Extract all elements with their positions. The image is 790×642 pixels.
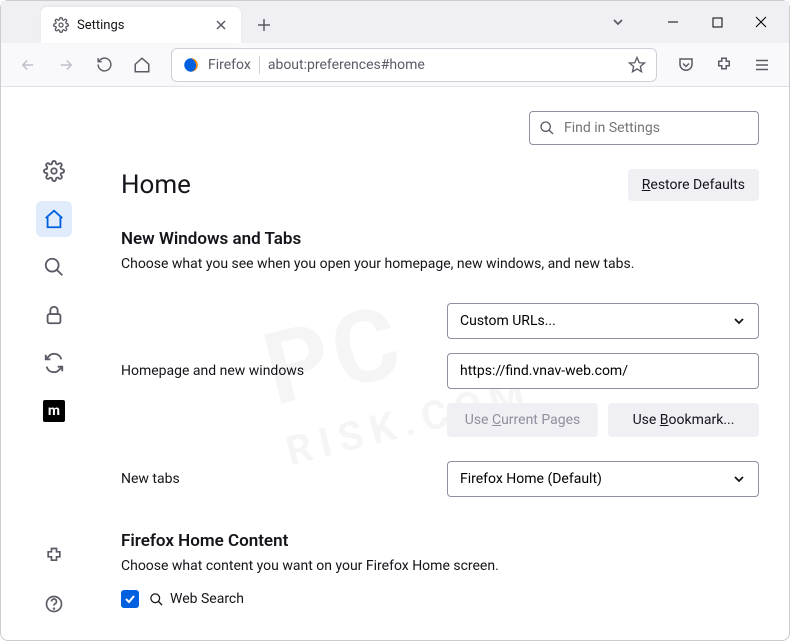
extensions-button[interactable]	[707, 48, 741, 82]
chevron-down-icon	[732, 472, 746, 486]
section-new-windows-desc: Choose what you see when you open your h…	[121, 255, 759, 275]
newtabs-select[interactable]: Firefox Home (Default)	[447, 461, 759, 497]
browser-tab[interactable]: Settings	[41, 7, 241, 43]
sidebar-home-icon[interactable]	[36, 201, 72, 237]
forward-button[interactable]	[49, 48, 83, 82]
section-new-windows-title: New Windows and Tabs	[121, 229, 759, 249]
reload-button[interactable]	[87, 48, 121, 82]
minimize-button[interactable]	[653, 6, 693, 38]
tab-title: Settings	[77, 18, 205, 33]
sidebar-help-icon[interactable]	[36, 586, 72, 622]
navigation-toolbar: Firefox about:preferences#home	[1, 43, 789, 87]
web-search-checkbox[interactable]	[121, 590, 139, 608]
check-icon	[124, 593, 136, 605]
homepage-mode-select[interactable]: Custom URLs...	[447, 303, 759, 339]
restore-defaults-button[interactable]: Restore Defaults	[628, 169, 759, 201]
new-tab-button[interactable]	[249, 10, 279, 40]
sidebar-search-icon[interactable]	[36, 249, 72, 285]
maximize-button[interactable]	[697, 6, 737, 38]
separator	[259, 56, 260, 74]
sidebar-more-icon[interactable]: m	[36, 393, 72, 429]
identity-label: Firefox	[208, 57, 251, 73]
preferences-content: PCRISK.COM m	[1, 87, 789, 642]
sidebar-sync-icon[interactable]	[36, 345, 72, 381]
sidebar-privacy-icon[interactable]	[36, 297, 72, 333]
window-controls	[603, 1, 781, 43]
mozilla-icon: m	[43, 400, 65, 422]
use-current-pages-button[interactable]: Use Current Pages	[447, 403, 598, 437]
new-tabs-label: New tabs	[121, 471, 447, 487]
app-menu-button[interactable]	[745, 48, 779, 82]
find-in-settings-box	[529, 111, 759, 145]
web-search-label: Web Search	[149, 591, 244, 607]
sidebar-general-icon[interactable]	[36, 153, 72, 189]
close-window-button[interactable]	[741, 6, 781, 38]
use-bookmark-button[interactable]: Use Bookmark...	[608, 403, 759, 437]
section-home-content-title: Firefox Home Content	[121, 531, 759, 551]
bookmark-star-button[interactable]	[628, 56, 646, 74]
sidebar-extensions-icon[interactable]	[36, 538, 72, 574]
tabs-dropdown-button[interactable]	[603, 7, 633, 37]
find-in-settings-input[interactable]	[529, 111, 759, 145]
back-button[interactable]	[11, 48, 45, 82]
address-bar[interactable]: Firefox about:preferences#home	[171, 48, 657, 82]
url-text: about:preferences#home	[268, 57, 620, 73]
homepage-label: Homepage and new windows	[121, 363, 447, 379]
chevron-down-icon	[732, 314, 746, 328]
gear-icon	[53, 17, 69, 33]
tab-close-button[interactable]	[213, 17, 229, 33]
section-home-content-desc: Choose what content you want on your Fir…	[121, 557, 759, 577]
search-icon	[149, 592, 164, 607]
select-value: Custom URLs...	[460, 313, 556, 329]
homepage-url-input[interactable]	[447, 353, 759, 389]
firefox-logo-icon	[182, 56, 200, 74]
titlebar: Settings	[1, 1, 789, 43]
main-panel: Home Restore Defaults New Windows and Ta…	[107, 87, 789, 642]
select-value: Firefox Home (Default)	[460, 471, 602, 487]
search-icon	[539, 120, 555, 136]
home-toolbar-button[interactable]	[125, 48, 159, 82]
pocket-button[interactable]	[669, 48, 703, 82]
category-sidebar: m	[1, 87, 107, 642]
page-title: Home	[121, 170, 191, 200]
